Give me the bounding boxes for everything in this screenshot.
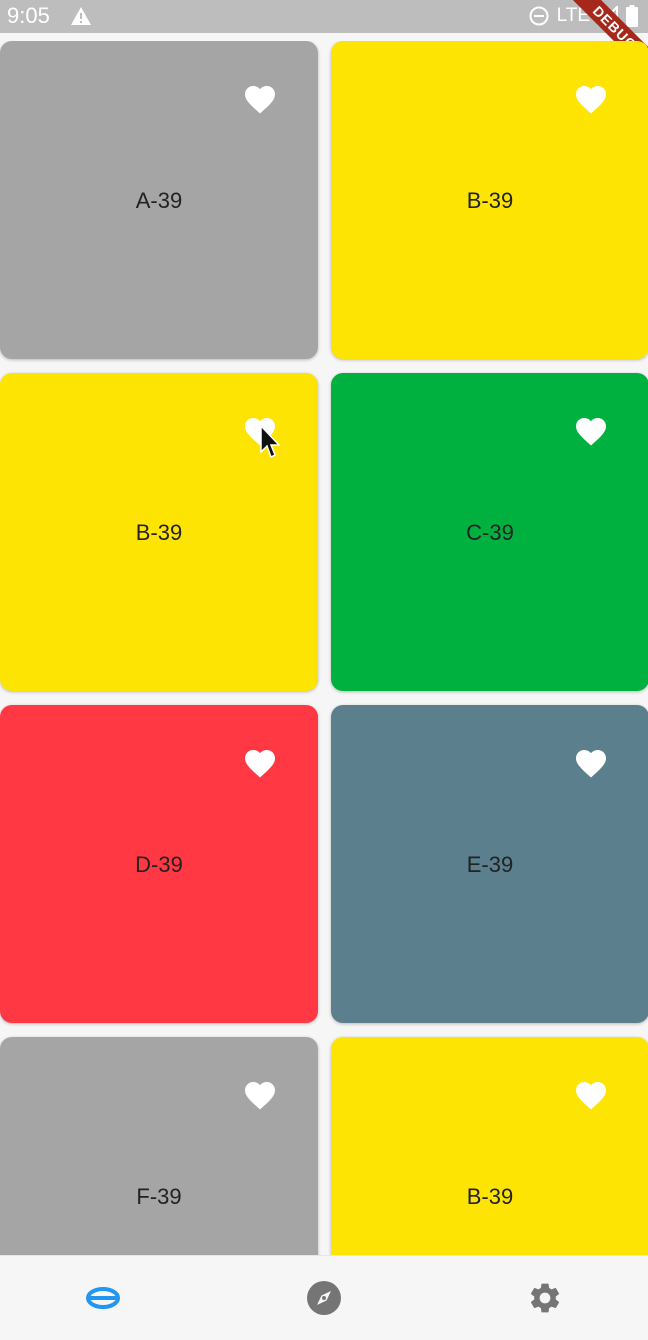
nav-item-settings[interactable] <box>525 1278 565 1318</box>
grid-card[interactable]: B-39 <box>331 41 648 359</box>
grid-card[interactable]: D-39 <box>0 705 318 1023</box>
card-label: B-39 <box>466 188 514 213</box>
battery-icon <box>626 5 638 27</box>
nav-item-explore[interactable] <box>304 1278 344 1318</box>
settings-gear-icon <box>530 1283 560 1313</box>
bottom-navigation <box>0 1255 648 1340</box>
favorite-heart-icon[interactable] <box>242 81 278 115</box>
card-label: F-39 <box>136 1184 182 1209</box>
card-label: D-39 <box>135 852 183 877</box>
status-time: 9:05 <box>7 3 50 28</box>
warning-icon <box>71 7 91 25</box>
network-type: LTE <box>556 5 590 26</box>
grid-card[interactable]: E-39 <box>331 705 648 1023</box>
card-label: B-39 <box>135 520 183 545</box>
card-label: C-39 <box>466 520 514 545</box>
signal-icon <box>598 6 618 26</box>
mouse-cursor-icon <box>260 424 281 459</box>
card-grid[interactable]: A-39 B-39 B-39 C-39 D-39 E-39 F-39 B-39 <box>0 41 648 1256</box>
grid-card[interactable]: C-39 <box>331 373 648 691</box>
favorite-heart-icon[interactable] <box>573 745 609 779</box>
card-label: B-39 <box>466 1184 514 1209</box>
grid-card[interactable]: B-39 <box>0 373 318 691</box>
nav-item-home[interactable] <box>83 1278 123 1318</box>
do-not-disturb-icon <box>529 6 549 26</box>
card-label: A-39 <box>135 188 183 213</box>
favorite-heart-icon[interactable] <box>573 413 609 447</box>
favorite-heart-icon[interactable] <box>242 1077 278 1111</box>
grid-card[interactable]: A-39 <box>0 41 318 359</box>
ellipse-list-icon <box>86 1287 120 1309</box>
compass-icon <box>307 1281 341 1315</box>
card-label: E-39 <box>466 852 514 877</box>
favorite-heart-icon[interactable] <box>242 745 278 779</box>
favorite-heart-icon[interactable] <box>573 1077 609 1111</box>
grid-card[interactable]: F-39 <box>0 1037 318 1256</box>
favorite-heart-icon[interactable] <box>573 81 609 115</box>
status-bar: 9:05 LTE <box>0 0 648 33</box>
grid-card[interactable]: B-39 <box>331 1037 648 1256</box>
